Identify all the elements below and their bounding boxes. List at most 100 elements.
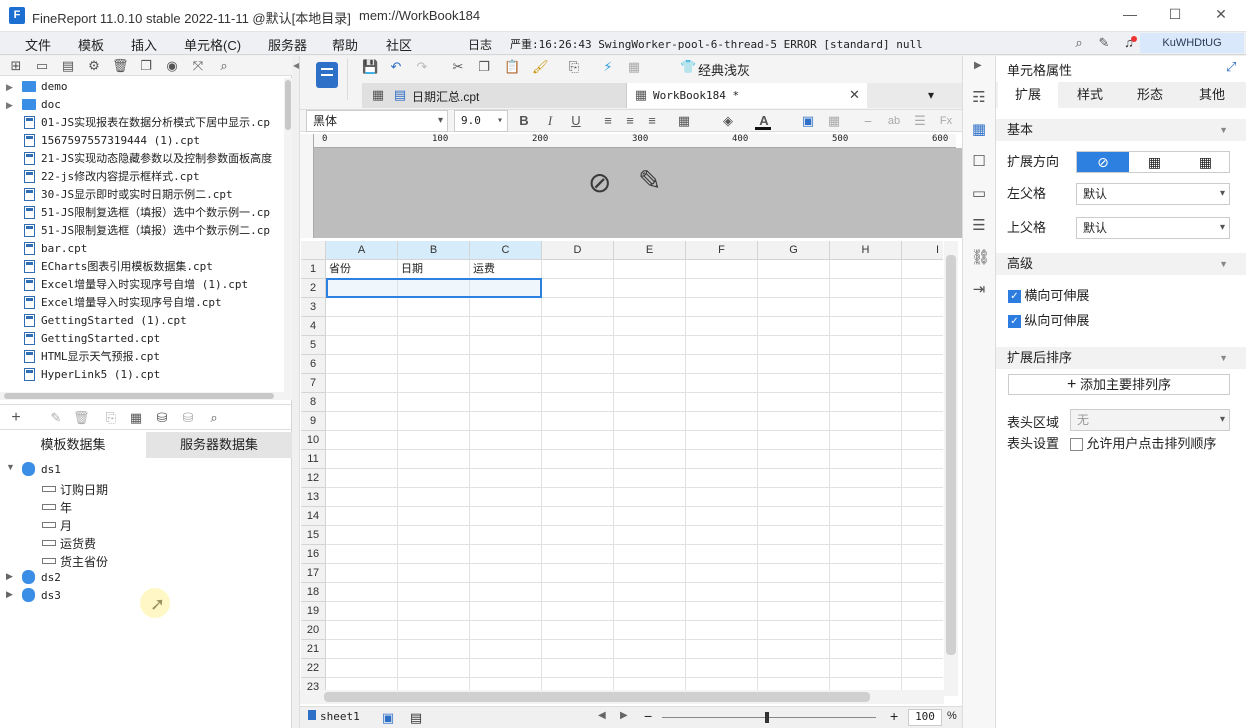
clear-icon[interactable]: ☰ bbox=[912, 113, 928, 129]
cell-G15[interactable] bbox=[758, 526, 830, 545]
tree-file[interactable]: 21-JS实现动态隐藏参数以及控制参数面板高度 bbox=[0, 150, 280, 168]
cell-E5[interactable] bbox=[614, 336, 686, 355]
close-tab-icon[interactable]: ✕ bbox=[849, 87, 860, 103]
cell-I17[interactable] bbox=[902, 564, 943, 583]
zoom-input[interactable]: 100 bbox=[908, 709, 942, 726]
tree-file[interactable]: ECharts图表引用模板数据集.cpt bbox=[0, 258, 280, 276]
cell-C3[interactable] bbox=[470, 298, 542, 317]
cell-E13[interactable] bbox=[614, 488, 686, 507]
template-icon[interactable]: ▤ bbox=[60, 58, 76, 74]
cell-H5[interactable] bbox=[830, 336, 902, 355]
cell-C11[interactable] bbox=[470, 450, 542, 469]
splitter[interactable]: ◀ bbox=[292, 56, 300, 728]
cell-A14[interactable] bbox=[326, 507, 398, 526]
cell-I6[interactable] bbox=[902, 355, 943, 374]
cell-E21[interactable] bbox=[614, 640, 686, 659]
cell-F7[interactable] bbox=[686, 374, 758, 393]
cell-A15[interactable] bbox=[326, 526, 398, 545]
edit-pencil-icon[interactable]: ✎ bbox=[638, 164, 661, 197]
cell-F14[interactable] bbox=[686, 507, 758, 526]
row-header[interactable]: 11 bbox=[301, 450, 326, 469]
tab-menu-icon[interactable]: ▾ bbox=[928, 88, 934, 102]
cell-A18[interactable] bbox=[326, 583, 398, 602]
column-header[interactable]: D bbox=[542, 241, 614, 260]
cell-G7[interactable] bbox=[758, 374, 830, 393]
cell-G18[interactable] bbox=[758, 583, 830, 602]
tree-file[interactable]: 51-JS限制复选框（填报）选中个数示例一.cp bbox=[0, 204, 280, 222]
column-header[interactable]: F bbox=[686, 241, 758, 260]
cell-I15[interactable] bbox=[902, 526, 943, 545]
frame-icon[interactable]: ☶ bbox=[971, 90, 987, 106]
cell-A3[interactable] bbox=[326, 298, 398, 317]
zoom-slider[interactable] bbox=[662, 717, 876, 718]
vertical-scrollbar[interactable] bbox=[944, 241, 958, 696]
h-expand-checkbox[interactable]: ✓ 横向可伸展 bbox=[1008, 285, 1089, 304]
cell-A9[interactable] bbox=[326, 412, 398, 431]
cell-G3[interactable] bbox=[758, 298, 830, 317]
tree-folder[interactable]: ▶ demo bbox=[0, 78, 280, 96]
cell-C8[interactable] bbox=[470, 393, 542, 412]
cell-I4[interactable] bbox=[902, 317, 943, 336]
cell-A20[interactable] bbox=[326, 621, 398, 640]
tree-file[interactable]: GettingStarted.cpt bbox=[0, 330, 280, 348]
cell-I9[interactable] bbox=[902, 412, 943, 431]
cell-I7[interactable] bbox=[902, 374, 943, 393]
split-icon[interactable]: ▦ bbox=[826, 113, 842, 129]
cell-I13[interactable] bbox=[902, 488, 943, 507]
minimize-button[interactable]: — bbox=[1118, 6, 1142, 22]
cell-E15[interactable] bbox=[614, 526, 686, 545]
bold-icon[interactable]: B bbox=[516, 113, 532, 129]
cell-H20[interactable] bbox=[830, 621, 902, 640]
cell-F18[interactable] bbox=[686, 583, 758, 602]
open-folder-icon[interactable]: ▭ bbox=[34, 58, 50, 74]
link-icon[interactable]: ⎯ bbox=[860, 113, 876, 129]
submit-icon[interactable]: ⇥ bbox=[971, 282, 987, 298]
row-header[interactable]: 3 bbox=[301, 298, 326, 317]
field-item[interactable]: 月 bbox=[60, 517, 72, 534]
tree-scrollbar[interactable] bbox=[284, 78, 292, 392]
cell-D12[interactable] bbox=[542, 469, 614, 488]
cell-G9[interactable] bbox=[758, 412, 830, 431]
template-type-button[interactable] bbox=[308, 58, 348, 100]
param-icon[interactable]: ▦ bbox=[626, 59, 642, 75]
tab-server-dataset[interactable]: 服务器数据集 bbox=[146, 432, 292, 458]
cell-G21[interactable] bbox=[758, 640, 830, 659]
tree-file[interactable]: bar.cpt bbox=[0, 240, 280, 258]
menu-help[interactable]: 帮助 bbox=[332, 35, 358, 54]
row-header[interactable]: 1 bbox=[301, 260, 326, 279]
cell-B16[interactable] bbox=[398, 545, 470, 564]
cell-C12[interactable] bbox=[470, 469, 542, 488]
spreadsheet[interactable]: A B C D E F G H I 1 省份 日期 运费 2 3 4 5 6 7 8 9 10 11 12 13 14 15 16 17… bbox=[301, 241, 943, 696]
cell-D4[interactable] bbox=[542, 317, 614, 336]
cell-I14[interactable] bbox=[902, 507, 943, 526]
cell-G8[interactable] bbox=[758, 393, 830, 412]
column-header[interactable]: I bbox=[902, 241, 943, 260]
cell-H4[interactable] bbox=[830, 317, 902, 336]
left-parent-select[interactable]: 默认 ▾ bbox=[1076, 183, 1230, 205]
cell-E20[interactable] bbox=[614, 621, 686, 640]
cell-B9[interactable] bbox=[398, 412, 470, 431]
tab-date-summary[interactable]: ▦ ▤ 日期汇总.cpt bbox=[362, 83, 627, 108]
tree-file[interactable]: Excel增量导入时实现序号自增.cpt bbox=[0, 294, 280, 312]
cell-E9[interactable] bbox=[614, 412, 686, 431]
expand-arrow-icon[interactable]: ▶ bbox=[6, 78, 13, 96]
hyperlink-icon[interactable]: ⛓ bbox=[971, 250, 990, 266]
cell-D8[interactable] bbox=[542, 393, 614, 412]
tree-file[interactable]: HyperLink5 (1).cpt bbox=[0, 366, 280, 384]
tab-workbook[interactable]: ▦ WorkBook184 * ✕ bbox=[627, 83, 867, 108]
row-header[interactable]: 10 bbox=[301, 431, 326, 450]
cell-D6[interactable] bbox=[542, 355, 614, 374]
cell-F10[interactable] bbox=[686, 431, 758, 450]
cell-C19[interactable] bbox=[470, 602, 542, 621]
cell-I5[interactable] bbox=[902, 336, 943, 355]
next-sheet-icon[interactable]: ▶ bbox=[620, 710, 628, 721]
cell-B13[interactable] bbox=[398, 488, 470, 507]
preview-icon[interactable]: ⎘ bbox=[566, 59, 582, 75]
add-poly-sheet-icon[interactable]: ▤ bbox=[408, 710, 424, 726]
cell-property-icon[interactable]: ▦ bbox=[971, 122, 987, 138]
cell-F1[interactable] bbox=[686, 260, 758, 279]
tree-file[interactable]: HTML显示天气预报.cpt bbox=[0, 348, 280, 366]
column-header[interactable]: B bbox=[398, 241, 470, 260]
row-header[interactable]: 7 bbox=[301, 374, 326, 393]
search-icon[interactable]: ⌕ bbox=[1071, 35, 1087, 51]
